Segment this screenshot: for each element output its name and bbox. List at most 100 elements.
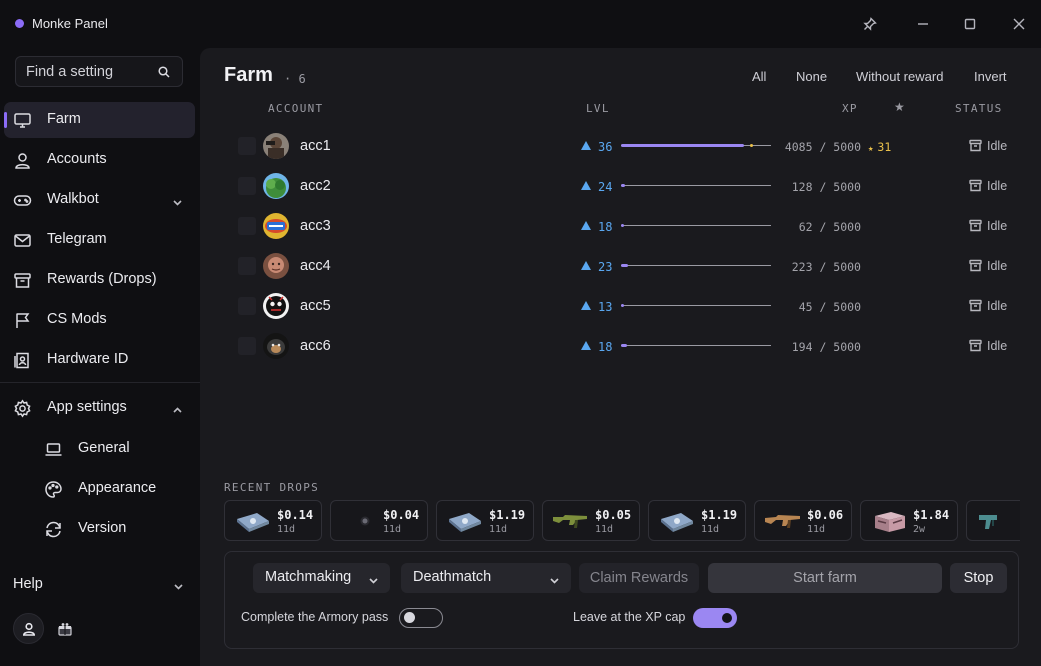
row-checkbox[interactable] [238,217,256,235]
account-avatar [263,213,289,239]
sidebar-item-version[interactable]: Version [44,511,194,545]
sidebar-item-label: App settings [47,399,127,415]
sidebar-item-appearance[interactable]: Appearance [44,471,194,505]
account-status: Idle [987,299,1008,313]
account-level: 23 [598,260,613,274]
sidebar-item-label: Hardware ID [47,351,129,367]
drop-price: $1.19 [701,508,738,522]
case-icon [657,509,697,533]
sidebar-item-walkbot[interactable]: Walkbot [4,182,195,218]
column-header-status: STATUS [955,102,1003,115]
xp-fill [621,344,627,347]
account-level: 18 [598,340,613,354]
rifle-icon [551,509,591,533]
account-xp: 45 / 5000 [798,300,861,314]
search-input[interactable]: Find a setting [15,56,183,87]
star-icon: ★ [868,144,874,154]
level-up-icon [581,181,591,190]
chevron-up-icon[interactable] [172,403,183,414]
drop-card[interactable]: $1.84 2w [860,500,958,541]
chevron-down-icon [368,573,379,584]
account-status: Idle [987,339,1008,353]
xp-cap-toggle[interactable] [693,608,737,628]
filter-all[interactable]: All [752,69,766,84]
app-logo-dot [15,19,24,28]
sidebar-item-telegram[interactable]: Telegram [4,222,195,258]
refresh-icon [44,520,63,539]
drop-card[interactable]: $1.19 11d [436,500,534,541]
xp-fill [621,304,624,307]
title-bar: Monke Panel [0,0,1041,48]
account-name: acc4 [300,258,331,274]
sidebar-item-cs-mods[interactable]: CS Mods [4,302,195,338]
sidebar-item-label: Farm [47,111,81,127]
account-status: Idle [987,179,1008,193]
pin-icon [863,17,877,31]
app-title: Monke Panel [32,16,108,31]
drop-card[interactable]: $0.04 11d [330,500,428,541]
table-row[interactable]: acc2 24 128 / 5000 Idle [238,170,1028,202]
xp-track [621,225,771,226]
gear-icon [13,399,32,418]
pin-button[interactable] [859,13,881,35]
row-checkbox[interactable] [238,137,256,155]
drop-card[interactable]: $1.19 11d [648,500,746,541]
help-menu[interactable]: Help [13,576,43,592]
row-checkbox[interactable] [238,177,256,195]
case-icon [445,509,485,533]
row-checkbox[interactable] [238,337,256,355]
claim-rewards-button[interactable]: Claim Rewards [579,563,699,593]
drop-card[interactable]: $0.05 11d [542,500,640,541]
close-icon [1013,18,1025,30]
sidebar-item-general[interactable]: General [44,431,194,465]
table-row[interactable]: acc3 18 62 / 5000 Idle [238,210,1028,242]
archive-icon [969,179,982,192]
account-xp: 194 / 5000 [791,340,861,354]
drop-card[interactable] [966,500,1020,541]
stop-button[interactable]: Stop [950,563,1007,593]
user-avatar[interactable] [13,613,44,644]
table-row[interactable]: acc6 18 194 / 5000 Idle [238,330,1028,362]
sidebar-item-hardware-id[interactable]: Hardware ID [4,342,195,378]
drop-age: 11d [701,524,720,535]
id-card-icon [13,351,32,370]
table-row[interactable]: acc4 23 223 / 5000 Idle [238,250,1028,282]
sticker-icon [339,509,379,533]
drop-price: $0.06 [807,508,844,522]
drop-card[interactable]: $0.06 11d [754,500,852,541]
xp-track [621,345,771,346]
filter-none[interactable]: None [796,69,827,84]
table-row[interactable]: acc1 36 4085 / 5000 ★ 31 Idle [238,130,1028,162]
mode-select[interactable]: Matchmaking [253,563,390,593]
xp-progress [621,264,771,267]
row-checkbox[interactable] [238,257,256,275]
sidebar-item-farm[interactable]: Farm [4,102,195,138]
account-xp: 128 / 5000 [791,180,861,194]
armory-pass-toggle[interactable] [399,608,443,628]
row-checkbox[interactable] [238,297,256,315]
chevron-down-icon[interactable] [173,579,184,590]
start-farm-button[interactable]: Start farm [708,563,942,593]
close-button[interactable] [1008,13,1030,35]
sidebar-item-app-settings[interactable]: App settings [4,390,195,426]
xp-progress [621,304,771,307]
game-mode-select[interactable]: Deathmatch [401,563,571,593]
account-name: acc1 [300,138,331,154]
drop-card[interactable]: $0.14 11d [224,500,322,541]
filter-invert[interactable]: Invert [974,69,1007,84]
table-row[interactable]: acc5 13 45 / 5000 Idle [238,290,1028,322]
column-header-lvl: LVL [586,102,610,115]
chevron-down-icon[interactable] [172,195,183,206]
sidebar-item-accounts[interactable]: Accounts [4,142,195,178]
armory-pass-label: Complete the Armory pass [241,610,389,624]
filter-without-reward[interactable]: Without reward [856,69,943,84]
drop-age: 11d [595,524,614,535]
maximize-button[interactable] [959,13,981,35]
maximize-icon [964,18,976,30]
sidebar-item-rewards[interactable]: Rewards (Drops) [4,262,195,298]
gift-icon[interactable] [57,621,73,637]
account-level: 36 [598,140,613,154]
sidebar-item-label: CS Mods [47,311,107,327]
sidebar-item-label: General [78,440,130,456]
minimize-button[interactable] [912,13,934,35]
